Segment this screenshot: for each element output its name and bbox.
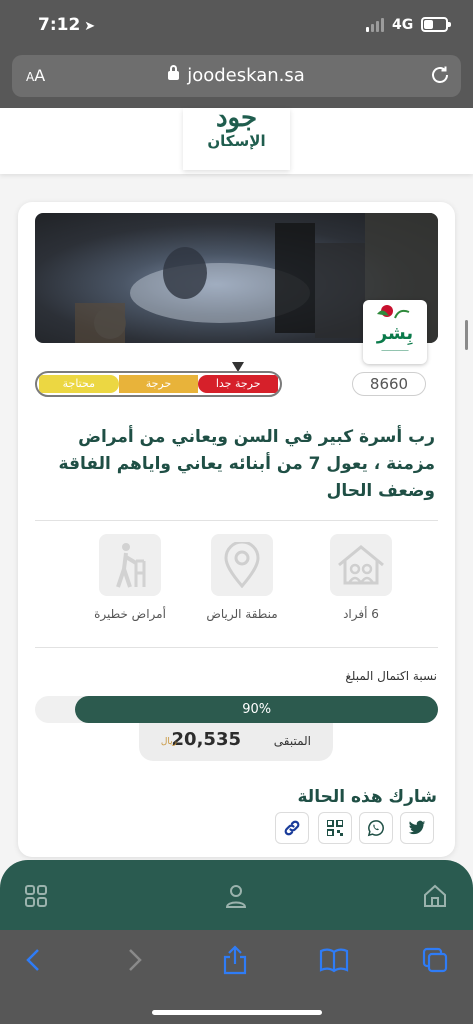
partner-logo: بِشر _________ xyxy=(363,300,427,364)
link-icon xyxy=(284,820,300,836)
case-title: رب أسرة كبير في السن ويعاني من أمراض مزم… xyxy=(58,427,435,501)
elderly-walker-icon xyxy=(99,534,161,596)
need-level-critical: حرجة جدا xyxy=(198,375,278,393)
back-button[interactable] xyxy=(15,944,51,976)
home-indicator xyxy=(152,1010,322,1015)
rose-icon xyxy=(377,305,410,319)
browser-chrome-top: 7:12 ➤ 4G AA joodeskan.sa xyxy=(0,0,473,108)
status-bar: 7:12 ➤ 4G xyxy=(0,0,473,50)
cellular-signal-icon xyxy=(366,18,386,32)
remaining-amount: 20,535 xyxy=(171,729,241,750)
feature-location: منطقة الرياض xyxy=(182,534,302,621)
case-id-badge: 8660 xyxy=(352,372,426,396)
tabs-icon xyxy=(422,947,448,973)
twitter-icon xyxy=(408,820,426,835)
home-icon xyxy=(424,884,446,907)
need-level-urgent: حرجة xyxy=(118,375,199,393)
user-icon xyxy=(225,885,247,908)
site-logo[interactable]: جود الإسكان xyxy=(183,104,290,170)
need-level-bar: حرجة جدا حرجة محتاجة xyxy=(35,371,282,397)
nav-home-button[interactable] xyxy=(419,880,451,912)
family-house-icon xyxy=(330,534,392,596)
share-icon xyxy=(223,945,247,975)
address-bar[interactable]: AA joodeskan.sa xyxy=(12,55,461,97)
bookmarks-button[interactable] xyxy=(316,944,352,976)
progress-track: 90% xyxy=(35,696,438,723)
scroll-indicator[interactable] xyxy=(465,320,468,350)
share-title: شارك هذه الحالة xyxy=(297,787,438,807)
back-icon xyxy=(26,949,39,971)
nav-categories-button[interactable] xyxy=(20,880,52,912)
remaining-amount-box: المتبقى 20,535 ريال xyxy=(139,723,333,761)
share-page-button[interactable] xyxy=(217,944,253,976)
location-pin-icon xyxy=(211,534,273,596)
divider xyxy=(35,647,438,648)
grid-icon xyxy=(25,885,47,907)
feature-family-size: 6 أفراد xyxy=(301,534,421,621)
currency-label: ريال xyxy=(160,737,177,747)
share-link-button[interactable] xyxy=(275,812,309,844)
forward-button[interactable] xyxy=(117,944,153,976)
forward-icon xyxy=(129,949,142,971)
share-whatsapp-button[interactable] xyxy=(359,812,393,844)
bookmarks-icon xyxy=(319,948,349,973)
site-header: جود الإسكان xyxy=(0,104,473,174)
partner-logo-tagline: _________ xyxy=(381,344,409,351)
url-field[interactable]: joodeskan.sa xyxy=(12,65,461,86)
progress-title: نسبة اكتمال المبلغ xyxy=(345,669,437,683)
divider xyxy=(35,520,438,521)
feature-illness: أمراض خطيرة xyxy=(70,534,190,621)
network-type: 4G xyxy=(392,17,414,33)
need-level-needy: محتاجة xyxy=(38,375,119,393)
browser-toolbar xyxy=(0,930,473,1024)
battery-icon xyxy=(421,17,451,32)
reload-icon[interactable] xyxy=(429,64,451,86)
share-twitter-button[interactable] xyxy=(400,812,434,844)
location-arrow-icon: ➤ xyxy=(84,19,96,34)
case-card: بِشر _________ حرجة جدا حرجة محتاجة 8660… xyxy=(18,202,455,857)
share-qr-button[interactable] xyxy=(318,812,352,844)
remaining-label: المتبقى xyxy=(273,734,311,748)
progress-fill: 90% xyxy=(75,696,438,723)
status-time: 7:12 ➤ xyxy=(38,15,96,35)
site-bottom-nav xyxy=(0,860,473,932)
whatsapp-icon xyxy=(367,820,384,837)
tabs-button[interactable] xyxy=(417,944,453,976)
qr-code-icon xyxy=(327,820,343,836)
nav-profile-button[interactable] xyxy=(220,880,252,912)
lock-icon xyxy=(168,65,180,80)
